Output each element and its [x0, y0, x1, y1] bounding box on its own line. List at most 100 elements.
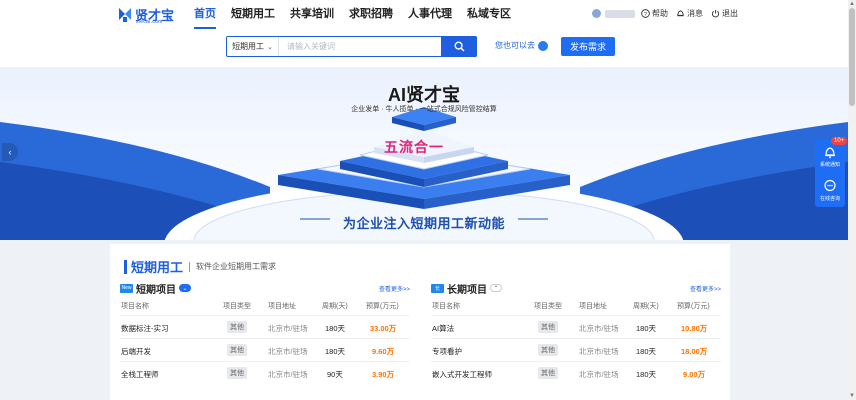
table-row[interactable]: 后端开发 其他 北京市/驻场 180天 9.60万	[120, 338, 410, 361]
ai-assistant-icon	[538, 40, 548, 51]
project-period: 180天	[325, 324, 346, 333]
col-header-budget: 预算(万元)	[366, 303, 399, 310]
project-type-tag: 其他	[227, 367, 247, 379]
project-name: 后端开发	[121, 347, 151, 356]
nav-short-term[interactable]: 短期用工	[231, 0, 275, 30]
table-row[interactable]: AI算法 其他 北京市/驻场 180天 10.80万	[431, 315, 721, 338]
scroll-thumb[interactable]	[849, 8, 855, 106]
project-type-tag: 其他	[538, 321, 558, 333]
col-header-period: 周期(天)	[322, 303, 348, 310]
search-button[interactable]	[441, 36, 477, 57]
project-type-tag: 其他	[538, 344, 558, 356]
project-budget: 9.00万	[683, 370, 706, 379]
col-header-type: 项目类型	[223, 303, 251, 310]
col-header-type: 项目类型	[534, 303, 562, 310]
logout-link[interactable]: 退出	[711, 8, 738, 19]
short-projects-list: New 短期项目 ⌄ 查看更多>> 项目名称 项目类型 项目地址 周期(天) 预…	[120, 281, 410, 379]
table-row[interactable]: 全栈工程师 其他 北京市/驻场 90天 3.90万	[120, 361, 410, 384]
project-budget: 33.00万	[370, 324, 397, 333]
user-name-redacted[interactable]	[605, 9, 635, 18]
long-view-more-link[interactable]: 查看更多>>	[690, 284, 721, 293]
ask-label: 您也可以去	[495, 41, 535, 50]
help-link[interactable]: ? 帮助	[641, 8, 668, 19]
user-menu: ? 帮助 消息 退出	[592, 8, 746, 19]
scroll-up-arrow[interactable]: ▲	[848, 0, 856, 8]
nav-private[interactable]: 私域专区	[467, 0, 511, 30]
col-header-location: 项目地址	[579, 303, 607, 310]
logo-domain: xiecai.com	[136, 19, 163, 25]
short-projects-title: 短期项目	[136, 284, 176, 296]
search-box: 短期用工 ⌄	[226, 36, 477, 57]
main-nav: 首页 短期用工 共享培训 求职招聘 人事代理 私域专区	[194, 0, 526, 30]
new-badge: New	[120, 283, 133, 293]
logo[interactable]: 贤才宝 xiecai.com	[117, 4, 177, 26]
project-name: 数据标注-实习	[121, 324, 169, 333]
consult-label: 在线咨询	[819, 196, 840, 202]
project-period: 90天	[327, 370, 343, 379]
table-row[interactable]: 专项看护 其他 北京市/驻场 180天 18.00万	[431, 338, 721, 361]
page-scrollbar[interactable]: ▲ ▼	[848, 0, 856, 400]
chat-icon	[824, 179, 836, 192]
table-row[interactable]: 数据标注-实习 其他 北京市/驻场 180天 33.00万	[120, 315, 410, 338]
svg-text:?: ?	[644, 12, 647, 18]
project-type-tag: 其他	[538, 367, 558, 379]
publish-demand-button[interactable]: 发布需求	[561, 37, 615, 56]
search-category-value: 短期用工	[232, 42, 265, 51]
long-badge: 长	[431, 283, 444, 293]
project-period: 180天	[636, 370, 657, 379]
nav-home[interactable]: 首页	[194, 0, 216, 30]
col-header-period: 周期(天)	[633, 303, 659, 310]
section-header: 短期用工 软件企业短期用工需求	[124, 257, 276, 276]
section-desc: 软件企业短期用工需求	[196, 262, 277, 271]
help-icon: ?	[641, 9, 650, 18]
ask-link[interactable]: 您也可以去	[495, 40, 548, 51]
nav-recruit[interactable]: 求职招聘	[349, 0, 393, 30]
short-term-section: 短期用工 软件企业短期用工需求 New 短期项目 ⌄ 查看更多>> 项目名称 项…	[110, 244, 730, 400]
project-location: 北京市/驻场	[268, 370, 308, 379]
notify-label: 系统通知	[819, 162, 840, 168]
logo-mark-icon	[119, 8, 131, 22]
project-name: 全栈工程师	[121, 370, 159, 379]
help-label: 帮助	[652, 9, 668, 18]
banner-center-text: 五流合一	[384, 139, 444, 155]
project-period: 180天	[636, 324, 657, 333]
search-input[interactable]	[279, 37, 441, 56]
chevron-up-icon[interactable]: ⌃	[490, 284, 502, 292]
messages-link[interactable]: 消息	[676, 8, 703, 19]
project-location: 北京市/驻场	[579, 370, 619, 379]
long-projects-header: 长 长期项目 ⌃ 查看更多>>	[431, 281, 721, 296]
notification-count-badge: 10+	[831, 137, 848, 145]
project-period: 180天	[325, 347, 346, 356]
user-avatar[interactable]	[592, 9, 601, 18]
table-row[interactable]: 嵌入式开发工程师 其他 北京市/驻场 180天 9.00万	[431, 361, 721, 384]
online-consult-button[interactable]: 在线咨询	[815, 174, 845, 207]
short-projects-header: New 短期项目 ⌄ 查看更多>>	[120, 281, 410, 296]
short-view-more-link[interactable]: 查看更多>>	[379, 284, 410, 293]
bell-icon	[825, 147, 835, 159]
scroll-down-arrow[interactable]: ▼	[848, 392, 856, 400]
power-icon	[711, 9, 720, 18]
section-title: 短期用工	[131, 260, 184, 275]
messages-label: 消息	[687, 9, 703, 18]
section-accent-bar	[124, 259, 127, 274]
project-budget: 9.60万	[372, 347, 395, 356]
project-name: 嵌入式开发工程师	[432, 370, 492, 379]
project-budget: 3.90万	[372, 370, 395, 379]
banner-slogan: 为企业注入短期用工新动能	[342, 216, 505, 231]
long-projects-list: 长 长期项目 ⌃ 查看更多>> 项目名称 项目类型 项目地址 周期(天) 预算(…	[431, 281, 721, 379]
project-period: 180天	[636, 347, 657, 356]
long-projects-title: 长期项目	[447, 284, 487, 296]
nav-training[interactable]: 共享培训	[290, 0, 334, 30]
project-budget: 18.00万	[681, 347, 708, 356]
section-divider	[189, 261, 191, 272]
search-category-select[interactable]: 短期用工 ⌄	[227, 37, 279, 56]
chevron-down-icon: ⌄	[267, 43, 273, 51]
banner-subtitle: 企业发单 · 牛人揽单 · 一站式合规风险管控结算	[351, 106, 497, 113]
hero-banner[interactable]: AI贤才宝 企业发单 · 牛人揽单 · 一站式合规风险管控结算 五流合一 为企业…	[0, 67, 848, 240]
side-float-panel: 系统通知 在线咨询	[815, 140, 845, 207]
chevron-down-icon[interactable]: ⌄	[179, 284, 191, 292]
nav-hr-agency[interactable]: 人事代理	[408, 0, 452, 30]
col-header-budget: 预算(万元)	[677, 303, 710, 310]
logout-label: 退出	[722, 9, 738, 18]
bell-icon	[677, 10, 684, 17]
